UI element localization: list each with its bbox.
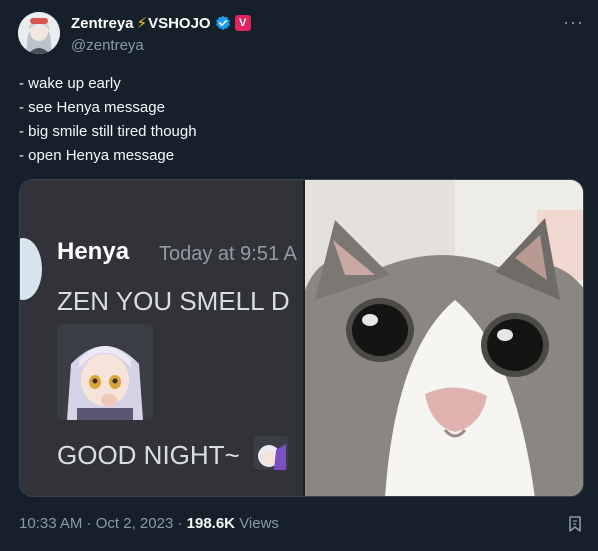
cat-photo[interactable] (305, 180, 583, 496)
tweet-media[interactable]: Henya Today at 9:51 A ZEN YOU SMELL D GO (19, 179, 584, 497)
author-name[interactable]: Zentreya (71, 15, 134, 32)
verified-badge-icon[interactable] (215, 15, 231, 31)
tweet-line: - wake up early (19, 75, 121, 92)
views-label: Views (239, 515, 279, 532)
discord-message-1: ZEN YOU SMELL D (57, 286, 290, 316)
author-handle[interactable]: @zentreya (71, 37, 144, 54)
tweet-line: - see Henya message (19, 99, 165, 116)
discord-screenshot[interactable]: Henya Today at 9:51 A ZEN YOU SMELL D GO (20, 180, 303, 496)
bookmark-icon[interactable] (566, 515, 584, 533)
tweet-text: - wake up early - see Henya message - bi… (19, 72, 197, 168)
separator: · (177, 515, 183, 532)
tweet-line: - big smile still tired though (19, 123, 197, 140)
tweet-date[interactable]: Oct 2, 2023 (96, 515, 174, 532)
discord-timestamp: Today at 9:51 A (159, 243, 297, 265)
views-count: 198.6K (186, 515, 236, 532)
anime-emote-image (57, 324, 153, 420)
author-name-row[interactable]: Zentreya ⚡ VSHOJO V (71, 14, 251, 32)
vshojo-badge-icon[interactable]: V (234, 15, 251, 31)
separator: · (86, 515, 92, 532)
more-icon[interactable]: ··· (563, 13, 584, 31)
tweet-meta: 10:33 AM · Oct 2, 2023 · 198.6K Views (19, 515, 279, 532)
avatar-image (18, 12, 60, 54)
discord-avatar (20, 238, 42, 300)
discord-message-2: GOOD NIGHT~ (57, 440, 240, 470)
tweet: Zentreya ⚡ VSHOJO V @zentreya ··· - wake… (0, 0, 598, 551)
small-emote-image (254, 436, 288, 470)
avatar[interactable] (18, 12, 60, 54)
tweet-time[interactable]: 10:33 AM (19, 515, 82, 532)
lightning-icon: ⚡ (136, 15, 148, 32)
author-org[interactable]: VSHOJO (148, 15, 211, 32)
tweet-line: - open Henya message (19, 147, 175, 164)
discord-username: Henya (57, 238, 130, 265)
